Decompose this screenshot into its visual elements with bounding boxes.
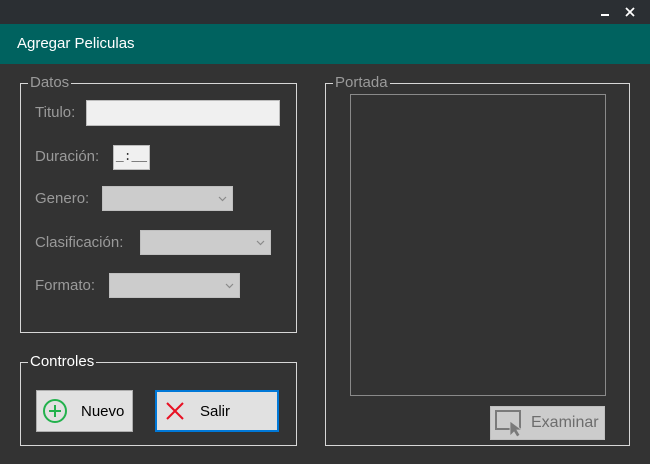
nuevo-button[interactable]: Nuevo <box>36 390 133 432</box>
salir-label: Salir <box>200 402 231 420</box>
form-header: Agregar Peliculas <box>0 24 650 64</box>
duracion-input[interactable]: _:__ <box>113 145 150 170</box>
clasificacion-combobox[interactable] <box>140 230 271 255</box>
titulo-input[interactable] <box>86 100 280 126</box>
genero-combobox[interactable] <box>102 186 233 211</box>
portada-picture <box>350 94 606 396</box>
titulo-label: Titulo: <box>35 104 76 121</box>
close-window-button[interactable] <box>617 0 643 24</box>
examinar-label: Examinar <box>531 414 599 431</box>
select-cursor-icon <box>495 410 524 438</box>
nuevo-label: Nuevo <box>81 402 125 420</box>
salir-button[interactable]: Salir <box>155 390 279 432</box>
duracion-label: Duración: <box>35 148 100 165</box>
x-icon <box>166 402 184 420</box>
close-icon <box>625 7 635 17</box>
chevron-down-icon <box>218 196 227 202</box>
datos-legend: Datos <box>30 74 70 91</box>
portada-legend: Portada <box>335 74 388 91</box>
formato-combobox[interactable] <box>109 273 240 298</box>
genero-label: Genero: <box>35 190 90 207</box>
chevron-down-icon <box>225 283 234 289</box>
plus-circle-icon <box>43 399 67 423</box>
minimize-button[interactable] <box>592 0 618 24</box>
chevron-down-icon <box>256 240 265 246</box>
form-title: Agregar Peliculas <box>17 35 135 52</box>
controles-legend: Controles <box>30 353 95 370</box>
minimize-icon <box>601 14 609 16</box>
window-titlebar <box>0 0 650 24</box>
clasificacion-label: Clasificación: <box>35 234 124 251</box>
formato-label: Formato: <box>35 277 96 294</box>
examinar-button[interactable]: Examinar <box>490 406 605 440</box>
